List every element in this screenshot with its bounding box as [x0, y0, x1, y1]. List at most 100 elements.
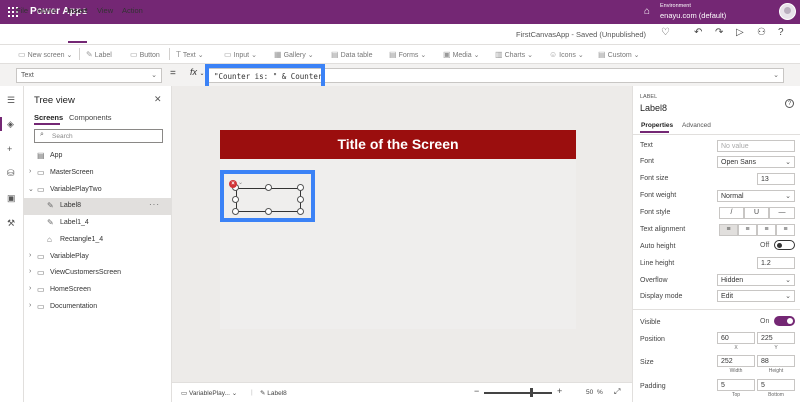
chevron-right-icon[interactable]: › — [29, 302, 31, 309]
chevron-down-icon: ⌄ — [66, 52, 73, 59]
advanced-tools-icon[interactable]: ⚒ — [7, 218, 15, 229]
insert-icon[interactable]: + — [7, 144, 12, 154]
forms-menu-button[interactable]: ▤ Forms ⌄ — [389, 50, 426, 59]
overflow-value: Hidden — [721, 277, 744, 284]
position-y-caption: Y — [774, 345, 778, 351]
text-menu-button[interactable]: T Text ⌄ — [176, 50, 204, 59]
zoom-slider-thumb[interactable] — [530, 388, 533, 397]
close-icon[interactable]: ✕ — [154, 94, 162, 105]
help-icon[interactable]: ? — [778, 27, 784, 38]
tree-item-label8[interactable]: ✎ Label8 ··· — [24, 198, 172, 215]
data-table-button[interactable]: ▤ Data table — [331, 50, 372, 59]
fx-icon[interactable]: fx ⌄ — [190, 67, 205, 77]
redo-icon[interactable]: ↷ — [715, 27, 723, 38]
avatar[interactable] — [779, 3, 796, 20]
media-menu-button[interactable]: ▣ Media ⌄ — [443, 50, 479, 59]
app-screen[interactable] — [220, 130, 576, 329]
align-justify-icon[interactable]: ≡ — [776, 224, 795, 236]
tab-advanced[interactable]: Advanced — [682, 122, 711, 129]
chevron-right-icon[interactable]: › — [29, 268, 31, 275]
tree-item-documentation[interactable]: › ▭ Documentation — [24, 299, 172, 316]
tree-item-app[interactable]: ▤ App — [24, 148, 172, 165]
tree-view-icon[interactable]: ◈ — [7, 119, 14, 130]
gallery-menu-button[interactable]: ▦ Gallery ⌄ — [274, 50, 314, 59]
screen-title-bar[interactable]: Title of the Screen — [220, 130, 576, 159]
font-dropdown[interactable]: Open Sans ⌄ — [717, 156, 795, 168]
chevron-right-icon[interactable]: › — [29, 252, 31, 259]
play-icon[interactable]: ▷ — [736, 27, 744, 38]
strikethrough-button[interactable]: — — [769, 207, 795, 219]
overflow-dropdown[interactable]: Hidden ⌄ — [717, 274, 795, 286]
new-screen-button[interactable]: ▭ New screen ⌄ — [18, 50, 72, 59]
underline-button[interactable]: U — [744, 207, 769, 219]
search-icon: ⌕ — [40, 131, 44, 138]
screen-selector[interactable]: ▭ VariablePlay... ⌄ — [181, 389, 237, 397]
property-dropdown[interactable]: Text ⌄ — [16, 68, 162, 83]
media-rail-icon[interactable]: ▣ — [7, 193, 16, 204]
tab-properties[interactable]: Properties — [641, 122, 673, 129]
tree-item-variableplay[interactable]: › ▭ VariablePlay — [24, 249, 172, 266]
menu-file[interactable]: File — [16, 6, 28, 15]
zoom-slider[interactable] — [484, 392, 552, 394]
app-checker-icon[interactable]: ♡ — [661, 27, 670, 38]
tree-item-viewcustomersscreen[interactable]: › ▭ ViewCustomersScreen — [24, 265, 172, 282]
zoom-out-button[interactable]: − — [474, 386, 479, 396]
chevron-right-icon[interactable]: › — [29, 168, 31, 175]
control-selector[interactable]: ✎ Label8 — [260, 389, 287, 397]
chevron-down-icon[interactable]: ⌄ — [28, 185, 34, 193]
font-weight-value: Normal — [721, 193, 744, 200]
zoom-in-button[interactable]: + — [557, 386, 562, 396]
size-width-input[interactable]: 252 — [717, 355, 755, 367]
menu-view[interactable]: View — [97, 6, 113, 15]
environment-name[interactable]: enayu.com (default) — [660, 11, 726, 20]
visible-toggle[interactable] — [774, 316, 795, 326]
tab-screens[interactable]: Screens — [34, 113, 63, 122]
share-icon[interactable]: ⚇ — [757, 27, 766, 38]
align-left-icon[interactable]: ≡ — [719, 224, 738, 236]
menu-insert[interactable]: Insert — [67, 6, 87, 15]
button-button[interactable]: ▭ Button — [130, 50, 160, 59]
display-mode-dropdown[interactable]: Edit ⌄ — [717, 290, 795, 302]
italic-button[interactable]: / — [719, 207, 744, 219]
text-property-input[interactable]: No value — [717, 140, 795, 152]
input-menu-button[interactable]: ▭ Input ⌄ — [224, 50, 257, 59]
fit-to-window-icon[interactable]: ⤢ — [614, 387, 620, 397]
padding-bottom-input[interactable]: 5 — [757, 379, 795, 391]
icons-menu-button[interactable]: ☺ Icons ⌄ — [549, 50, 584, 59]
menu-action[interactable]: Action — [122, 6, 143, 15]
tree-item-label1-4[interactable]: ✎ Label1_4 — [24, 215, 172, 232]
more-options-icon[interactable]: ··· — [149, 200, 160, 209]
position-label: Position — [640, 336, 665, 343]
chevron-right-icon[interactable]: › — [29, 285, 31, 292]
tree-item-rectangle1-4[interactable]: ⌂ Rectangle1_4 — [24, 232, 172, 249]
control-type: LABEL — [640, 94, 658, 100]
tab-components[interactable]: Components — [69, 113, 112, 122]
charts-menu-button[interactable]: ▥ Charts ⌄ — [495, 50, 533, 59]
position-y-input[interactable]: 225 — [757, 332, 795, 344]
position-x-input[interactable]: 60 — [717, 332, 755, 344]
tree-item-homescreen[interactable]: › ▭ HomeScreen — [24, 282, 172, 299]
help-icon[interactable]: ? — [785, 99, 794, 108]
label-button[interactable]: ✎ Label — [86, 50, 112, 59]
data-icon[interactable]: ⛁ — [7, 168, 15, 179]
font-weight-dropdown[interactable]: Normal ⌄ — [717, 190, 795, 202]
hamburger-icon[interactable]: ☰ — [7, 95, 15, 106]
tree-item-masterscreen[interactable]: › ▭ MasterScreen — [24, 165, 172, 182]
auto-height-toggle[interactable] — [774, 240, 795, 250]
screen-icon: ▭ — [37, 185, 45, 194]
control-name[interactable]: Label8 — [640, 103, 667, 113]
padding-top-input[interactable]: 5 — [717, 379, 755, 391]
tree-item-variableplaytwo[interactable]: ⌄ ▭ VariablePlayTwo — [24, 182, 172, 199]
zoom-value: 50 — [586, 389, 594, 396]
search-input[interactable]: Search — [34, 129, 163, 143]
align-center-icon[interactable]: ≡ — [738, 224, 757, 236]
undo-icon[interactable]: ↶ — [694, 27, 702, 38]
screen-icon: ▭ — [181, 390, 188, 397]
expand-formula-icon[interactable]: ⌄ — [773, 71, 779, 79]
menu-home[interactable]: Home — [37, 6, 57, 15]
align-right-icon[interactable]: ≡ — [757, 224, 776, 236]
custom-menu-button[interactable]: ▤ Custom ⌄ — [598, 50, 640, 59]
size-height-input[interactable]: 88 — [757, 355, 795, 367]
font-size-input[interactable]: 13 — [757, 173, 795, 185]
line-height-input[interactable]: 1.2 — [757, 257, 795, 269]
